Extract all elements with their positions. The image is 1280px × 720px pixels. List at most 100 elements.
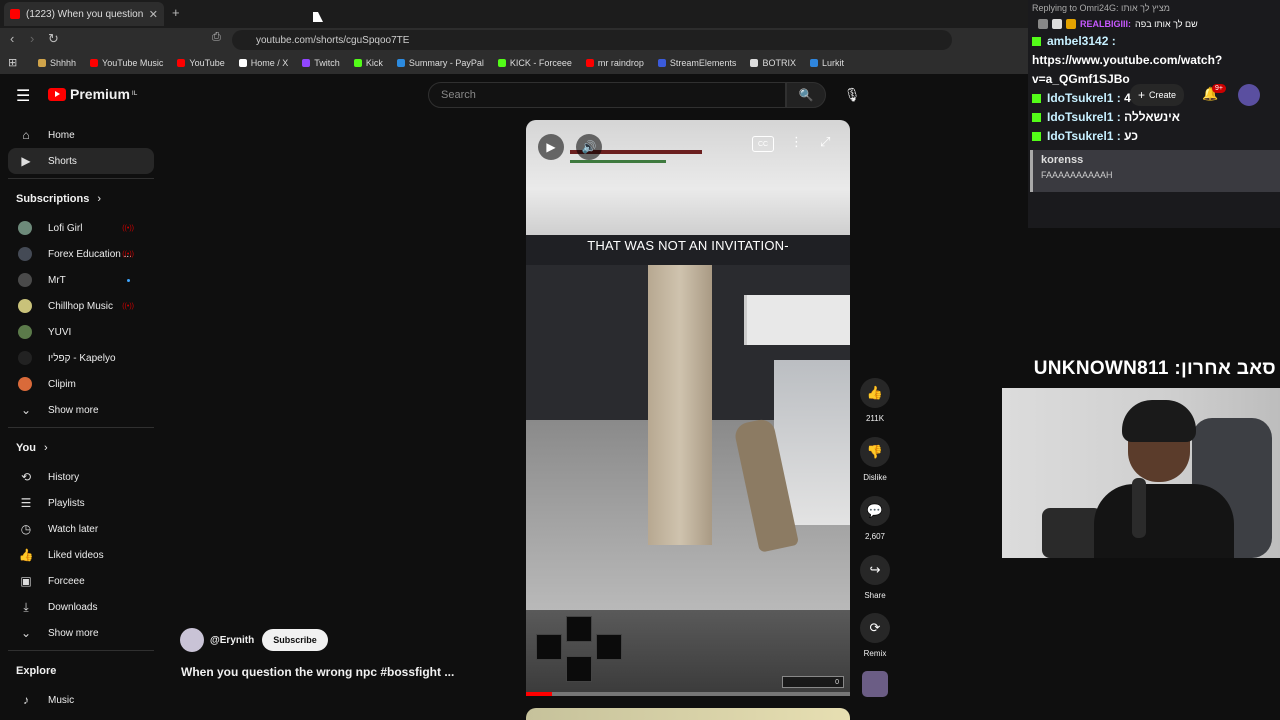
sidebar-item[interactable]: 👍 Liked videos xyxy=(8,542,154,568)
bookmark-item[interactable]: Twitch xyxy=(302,58,340,68)
chat-username: IdoTsukrel1 : xyxy=(1047,110,1121,124)
bookmark-favicon-icon xyxy=(585,59,594,67)
bookmark-item[interactable]: YouTube Music xyxy=(90,58,163,68)
bookmark-item[interactable]: mr raindrop xyxy=(585,58,644,68)
captions-button[interactable]: CC xyxy=(752,136,774,152)
hamburger-menu-icon[interactable]: ☰ xyxy=(16,86,30,106)
search-input[interactable]: Search xyxy=(428,82,786,108)
bookmark-favicon-icon xyxy=(238,59,247,67)
sidebar-item[interactable]: ♪ Music xyxy=(8,687,154,713)
fullscreen-icon[interactable]: ⤢ xyxy=(820,134,830,150)
share-button[interactable]: ↪ Share xyxy=(858,555,892,600)
channel-avatar xyxy=(18,377,32,391)
bookmark-item[interactable]: Lurkit xyxy=(809,58,844,68)
sidebar-item-label: Home xyxy=(48,129,75,141)
shorts-video-player[interactable]: THAT WAS NOT AN INVITATION- ▶ 🔊 CC ⋮ ⤢ 0 xyxy=(526,120,850,696)
comments-button[interactable]: 💬 2,607 xyxy=(858,496,892,541)
bookmark-item[interactable]: YouTube xyxy=(177,58,225,68)
bookmark-favicon-icon xyxy=(177,59,186,67)
you-heading[interactable]: You › xyxy=(8,432,154,464)
explore-heading[interactable]: Explore xyxy=(8,655,154,687)
sidebar-item[interactable]: ◷ Watch later xyxy=(8,516,154,542)
sidebar-icon: ▣ xyxy=(20,574,32,588)
sidebar-item[interactable]: ⌄ Show more xyxy=(8,620,154,646)
share-label: Share xyxy=(864,591,886,600)
reload-icon[interactable]: ↻ xyxy=(48,31,59,47)
forward-icon[interactable]: › xyxy=(30,31,34,46)
sidebar-item[interactable]: ⌄ Show more xyxy=(8,397,154,423)
volume-button[interactable]: 🔊 xyxy=(576,134,602,160)
sidebar-item-label: Forex Education ... xyxy=(48,248,132,260)
bookmark-label: Summary - PayPal xyxy=(408,58,484,68)
user-avatar[interactable] xyxy=(1238,84,1260,106)
bookmark-label: StreamElements xyxy=(669,58,737,68)
kick-badge-icon xyxy=(1032,113,1041,123)
sidebar-item[interactable]: Chillhop Music ((•)) xyxy=(8,293,154,319)
back-icon[interactable]: ‹ xyxy=(10,31,14,46)
tab-title: (1223) When you question the w xyxy=(26,8,143,20)
video-title[interactable]: When you question the wrong npc #bossfig… xyxy=(181,665,454,679)
you-heading-label: You xyxy=(16,442,36,454)
sidebar-item[interactable]: ▶ Shorts xyxy=(8,148,154,174)
sidebar-item[interactable]: MrT xyxy=(8,267,154,293)
subscribe-button[interactable]: Subscribe xyxy=(262,629,328,651)
create-button[interactable]: + Create xyxy=(1130,84,1185,106)
bookmark-item[interactable]: Summary - PayPal xyxy=(396,58,484,68)
more-options-icon[interactable]: ⋮ xyxy=(790,134,803,150)
sidebar-item-label: Chillhop Music xyxy=(48,300,114,312)
channel-name[interactable]: @Erynith xyxy=(210,635,254,646)
audio-source-thumbnail[interactable] xyxy=(862,671,888,697)
crown-badge-icon xyxy=(1066,19,1076,29)
channel-avatar xyxy=(18,299,32,313)
youtube-premium-logo[interactable]: Premium IL xyxy=(48,86,137,102)
sidebar-icon: ♪ xyxy=(23,693,29,707)
search-button[interactable]: 🔍 xyxy=(786,82,826,108)
voice-search-mic-icon[interactable]: 🎙 xyxy=(840,82,864,108)
sidebar-item[interactable]: ☰ Playlists xyxy=(8,490,154,516)
browser-tab[interactable]: (1223) When you question the w ✕ xyxy=(4,2,164,26)
sidebar-icon: ⟲ xyxy=(20,470,32,484)
sidebar-item[interactable]: Clipim xyxy=(8,371,154,397)
sidebar-item[interactable]: YUVI xyxy=(8,319,154,345)
sidebar-item[interactable]: ▣ Forceee xyxy=(8,568,154,594)
chat-username: IdoTsukrel1 : xyxy=(1047,129,1121,143)
next-short-preview[interactable] xyxy=(526,708,850,720)
like-button[interactable]: 👍 211K xyxy=(858,378,892,423)
bookmark-item[interactable]: StreamElements xyxy=(657,58,737,68)
chat-text: אינשאללה xyxy=(1124,110,1180,124)
video-progress-bar[interactable] xyxy=(526,692,850,696)
kick-badge-icon xyxy=(1032,132,1041,142)
bookmark-label: Shhhh xyxy=(50,58,77,68)
close-tab-icon[interactable]: ✕ xyxy=(149,8,158,21)
bookmark-item[interactable]: Home / X xyxy=(238,58,288,68)
sidebar-item[interactable]: ⌂ Home xyxy=(8,122,154,148)
channel-avatar[interactable] xyxy=(180,628,204,652)
sidebar-item[interactable]: קפליו - Kapelyo xyxy=(8,345,154,371)
subscriptions-heading[interactable]: Subscriptions › xyxy=(8,183,154,215)
bookmark-item[interactable]: Shhhh xyxy=(38,58,76,68)
bookmark-item[interactable]: KICK - Forceee xyxy=(497,58,572,68)
url-field[interactable]: youtube.com/shorts/cguSpqoo7TE xyxy=(232,30,952,50)
search-icon: 🔍 xyxy=(798,88,814,102)
new-tab-button[interactable]: + xyxy=(172,5,180,20)
play-button[interactable]: ▶ xyxy=(538,134,564,160)
sidebar-icon: ☰ xyxy=(20,496,32,510)
sidebar-item[interactable]: Forex Education ... ((•)) xyxy=(8,241,154,267)
home-icon: ⌂ xyxy=(22,128,30,142)
sidebar-item[interactable]: ⤓ Downloads xyxy=(8,594,154,620)
bookmark-icon[interactable]: ⎙ xyxy=(212,31,221,44)
dislike-button[interactable]: 👎 Dislike xyxy=(858,437,892,482)
remix-button[interactable]: ⟳ Remix xyxy=(858,613,892,658)
sidebar-item[interactable]: Lofi Girl ((•)) xyxy=(8,215,154,241)
url-text: youtube.com/shorts/cguSpqoo7TE xyxy=(256,34,410,46)
explore-heading-label: Explore xyxy=(16,665,57,677)
sidebar-item[interactable]: ⟲ History xyxy=(8,464,154,490)
apps-grid-icon[interactable]: ⊞ xyxy=(8,56,17,69)
bookmark-item[interactable]: Kick xyxy=(353,58,383,68)
game-slot-top xyxy=(566,616,592,642)
stream-chat-overlay: Replying to Omri24G: מציץ לך אותו REALBI… xyxy=(1028,0,1280,228)
latest-sub-announcement: UNKNOWN811 :סאב אחרון xyxy=(1033,358,1276,379)
video-frame-pillar xyxy=(648,265,712,545)
live-icon: ((•)) xyxy=(122,302,134,310)
bookmark-item[interactable]: BOTRIX xyxy=(750,58,796,68)
